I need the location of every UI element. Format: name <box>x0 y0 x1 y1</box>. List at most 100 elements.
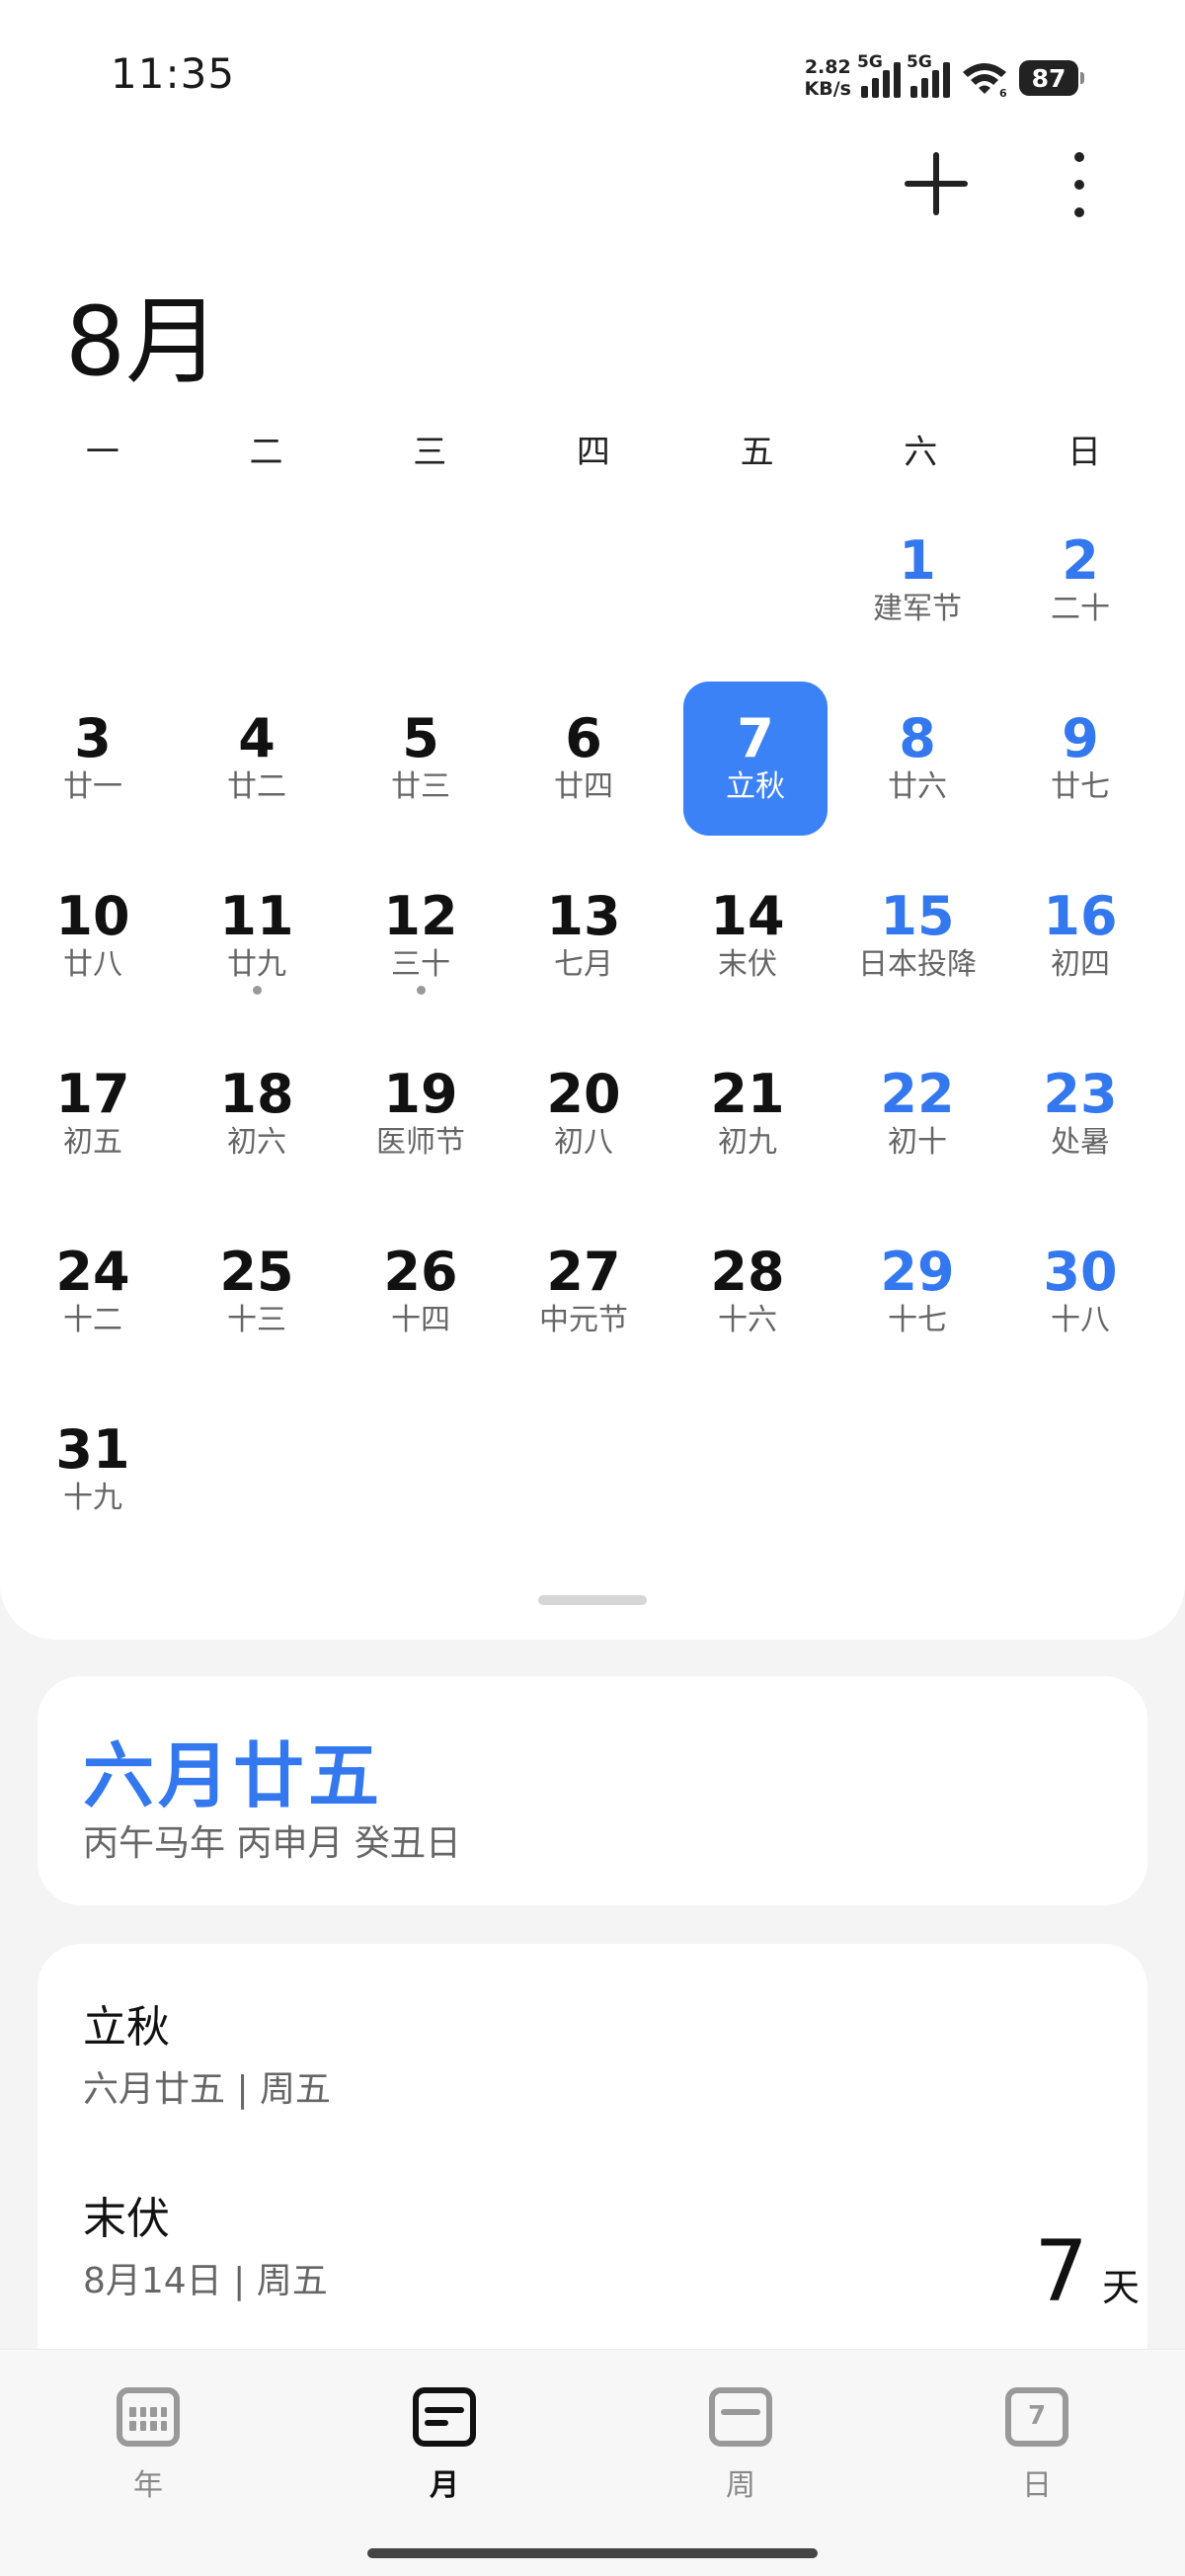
day-cell[interactable]: 31 十九 <box>21 1393 165 1547</box>
day-lunar-label: 廿九 <box>227 947 286 982</box>
nav-label-month: 月 <box>430 2468 459 2503</box>
year-grid-icon <box>117 2387 180 2447</box>
day-lunar-label: 日本投降 <box>858 947 977 982</box>
day-number: 22 <box>880 1063 955 1125</box>
day-lunar-label: 廿七 <box>1051 769 1110 804</box>
day-lunar-label: 三十 <box>391 947 450 982</box>
day-lunar-label: 廿一 <box>63 769 122 804</box>
day-cell[interactable]: 26 十四 <box>349 1215 493 1369</box>
day-lunar-label: 初八 <box>554 1125 613 1160</box>
day-number: 8 <box>899 707 936 769</box>
day-lunar-label: 立秋 <box>726 769 785 804</box>
more-dot <box>1074 152 1084 162</box>
signal-icon-sim1: 5G <box>857 52 901 98</box>
day-number: 21 <box>710 1063 785 1125</box>
day-cell[interactable]: 29 十七 <box>845 1215 989 1369</box>
day-cell[interactable]: 3 廿一 <box>21 682 165 836</box>
day-lunar-label: 中元节 <box>539 1303 628 1337</box>
event-title: 末伏 <box>83 2194 170 2244</box>
day-cell[interactable]: 1 建军节 <box>845 504 989 658</box>
drag-handle[interactable] <box>538 1595 647 1605</box>
countdown-unit: 天 <box>1101 2266 1140 2309</box>
nav-tab-week[interactable]: 周 <box>691 2387 790 2504</box>
countdown-number: 7 <box>1034 2222 1088 2321</box>
event-subtitle: 8月14日 | 周五 <box>83 2261 328 2301</box>
day-number: 7 <box>737 707 774 769</box>
signal-icon-sim2: 5G <box>907 52 950 98</box>
month-title: 8月 <box>65 286 221 397</box>
weekday-header: 一 二 三 四 五 六 日 <box>0 425 1185 473</box>
event-subtitle: 六月廿五 | 周五 <box>83 2069 332 2110</box>
day-lunar-label: 廿八 <box>63 947 122 982</box>
day-number: 3 <box>74 707 112 769</box>
day-number: 4 <box>238 707 276 769</box>
day-cell[interactable]: 27 中元节 <box>512 1215 656 1369</box>
day-lunar-label: 十二 <box>63 1303 122 1337</box>
month-list-icon <box>413 2387 476 2447</box>
day-lunar-label: 七月 <box>554 947 613 982</box>
day-number: 9 <box>1062 707 1099 769</box>
day-number: 15 <box>880 885 955 947</box>
day-number: 5 <box>402 707 439 769</box>
day-cell[interactable]: 30 十八 <box>1008 1215 1152 1369</box>
day-cell[interactable]: 11 廿九 <box>185 859 329 1013</box>
day-cell[interactable]: 2 二十 <box>1008 504 1152 658</box>
day-lunar-label: 十六 <box>718 1303 777 1337</box>
day-lunar-label: 廿三 <box>391 769 450 804</box>
day-cell[interactable]: 21 初九 <box>675 1037 820 1191</box>
battery-icon: 87 <box>1019 60 1084 96</box>
add-event-button[interactable] <box>901 148 972 219</box>
lunar-date: 六月廿五 <box>83 1733 384 1817</box>
home-indicator[interactable] <box>367 2548 818 2558</box>
more-options-button[interactable] <box>1065 152 1094 217</box>
day-number: 19 <box>383 1063 458 1125</box>
day-cell[interactable]: 22 初十 <box>845 1037 989 1191</box>
day-cell[interactable]: 17 初五 <box>21 1037 165 1191</box>
nav-tab-month[interactable]: 月 <box>395 2387 494 2504</box>
lunar-info-card[interactable]: 六月廿五 丙午马年 丙申月 癸丑日 <box>38 1676 1147 1905</box>
day-number: 30 <box>1043 1241 1118 1303</box>
event-item[interactable]: 立秋 六月廿五 | 周五 <box>83 1991 331 2112</box>
day-cell[interactable]: 12 三十 <box>349 859 493 1013</box>
day-cell[interactable]: 19 医师节 <box>349 1037 493 1191</box>
day-lunar-label: 处暑 <box>1051 1125 1110 1160</box>
day-lunar-label: 二十 <box>1051 592 1110 626</box>
day-cell[interactable]: 6 廿四 <box>512 682 656 836</box>
ganzhi-text: 丙午马年 丙申月 癸丑日 <box>83 1823 461 1864</box>
day-cell[interactable]: 28 十六 <box>675 1215 820 1369</box>
day-number: 2 <box>1062 529 1099 592</box>
day-cell[interactable]: 23 处暑 <box>1008 1037 1152 1191</box>
day-lunar-label: 建军节 <box>873 592 962 626</box>
day-number: 10 <box>55 885 130 947</box>
weekday-sun: 日 <box>1066 433 1101 472</box>
day-lunar-label: 初四 <box>1051 947 1110 982</box>
day-lunar-label: 廿六 <box>888 769 947 804</box>
day-lunar-label: 十三 <box>227 1303 286 1337</box>
day-lunar-label: 初六 <box>227 1125 286 1160</box>
day-cell[interactable]: 24 十二 <box>21 1215 165 1369</box>
nav-tab-day[interactable]: 7 日 <box>988 2387 1086 2504</box>
day-cell[interactable]: 10 廿八 <box>21 859 165 1013</box>
day-number: 23 <box>1043 1063 1118 1125</box>
day-cell[interactable]: 8 廿六 <box>845 682 989 836</box>
day-cell[interactable]: 15 日本投降 <box>845 859 989 1013</box>
day-cell[interactable]: 5 廿三 <box>349 682 493 836</box>
day-cell[interactable]: 16 初四 <box>1008 859 1152 1013</box>
day-cell[interactable]: 4 廿二 <box>185 682 329 836</box>
event-countdown: 7 天 <box>1034 2222 1140 2321</box>
day-number: 1 <box>899 529 936 592</box>
day-lunar-label: 初十 <box>888 1125 947 1160</box>
day-number: 11 <box>219 885 294 947</box>
day-cell[interactable]: 25 十三 <box>185 1215 329 1369</box>
day-cell[interactable]: 18 初六 <box>185 1037 329 1191</box>
nav-tab-year[interactable]: 年 <box>99 2387 198 2504</box>
day-cell[interactable]: 13 七月 <box>512 859 656 1013</box>
day-lunar-label: 初五 <box>63 1125 122 1160</box>
day-cell[interactable]: 20 初八 <box>512 1037 656 1191</box>
day-cell-selected[interactable]: 7 立秋 <box>683 682 828 836</box>
event-dot <box>252 986 262 995</box>
day-cell[interactable]: 9 廿七 <box>1008 682 1152 836</box>
day-number: 28 <box>710 1241 785 1303</box>
day-cell[interactable]: 14 末伏 <box>675 859 820 1013</box>
event-item[interactable]: 末伏 8月14日 | 周五 <box>83 2183 328 2303</box>
